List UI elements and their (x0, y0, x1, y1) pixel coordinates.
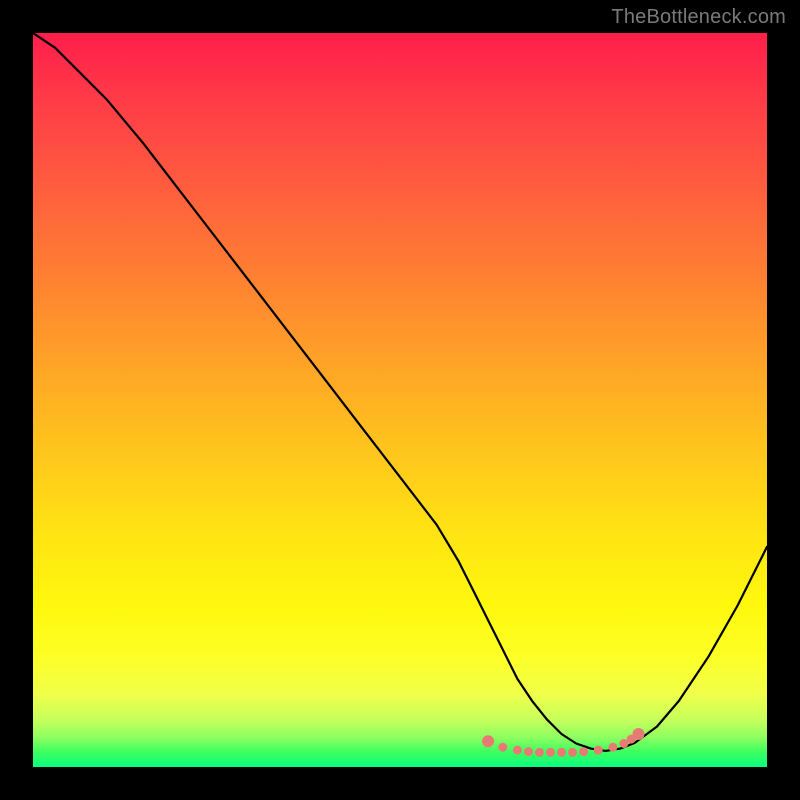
optimal-dot (568, 748, 577, 757)
chart-svg (33, 33, 767, 767)
optimal-dot (557, 748, 566, 757)
chart-canvas: TheBottleneck.com (0, 0, 800, 800)
optimal-dot (482, 735, 494, 747)
optimal-dot (546, 748, 555, 757)
optimal-dot (594, 746, 603, 755)
optimal-dot (633, 728, 645, 740)
plot-area (33, 33, 767, 767)
optimal-dot (579, 747, 588, 756)
optimal-dot (524, 747, 533, 756)
optimal-dot (513, 746, 522, 755)
optimal-dot (535, 748, 544, 757)
bottleneck-curve (33, 33, 767, 751)
optimal-dot (498, 743, 507, 752)
optimal-range-dots (482, 728, 644, 757)
optimal-dot (608, 743, 617, 752)
watermark-text: TheBottleneck.com (611, 6, 786, 29)
